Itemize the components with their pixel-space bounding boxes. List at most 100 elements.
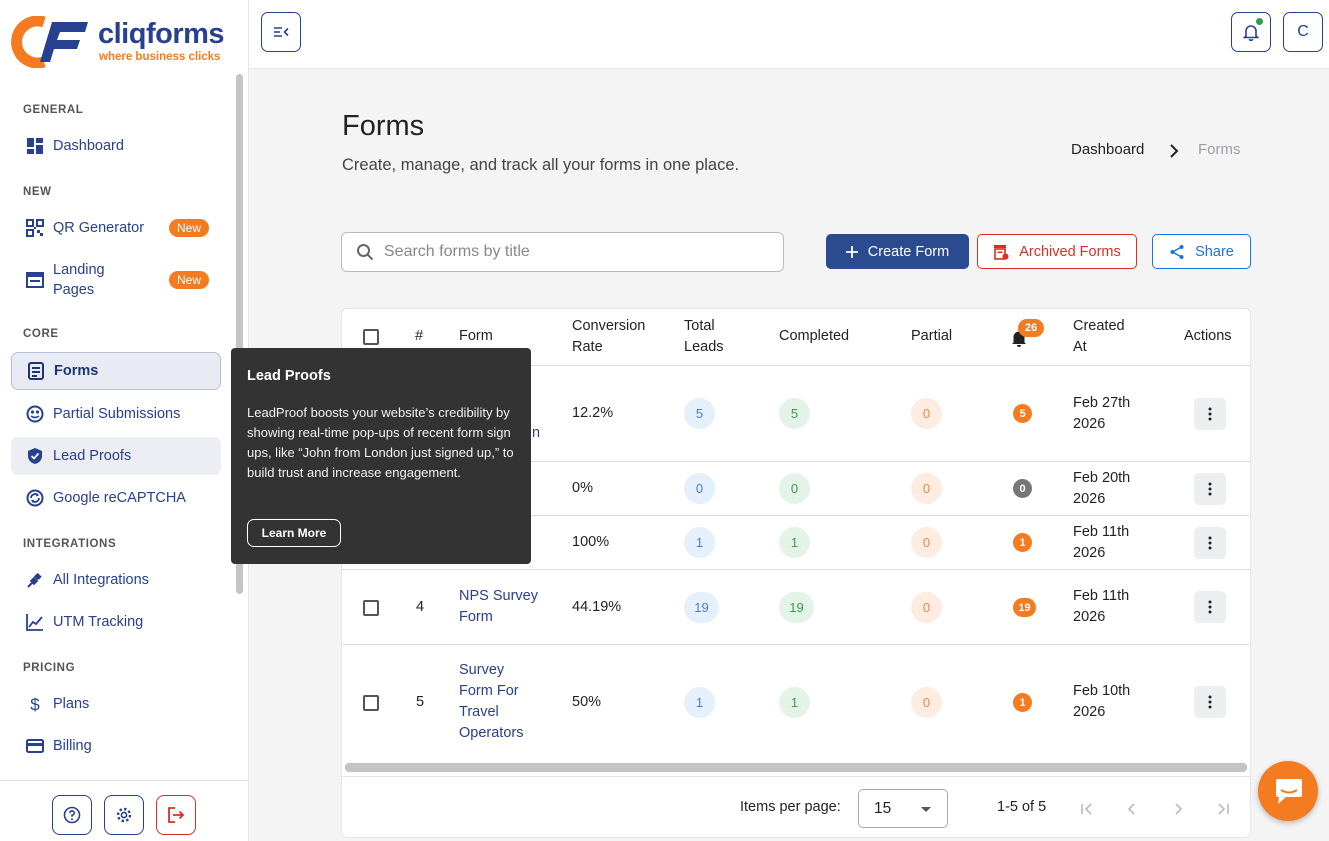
new-badge: New	[168, 271, 209, 289]
help-button[interactable]	[52, 795, 92, 835]
header-created-at[interactable]: Created At	[1073, 316, 1125, 358]
logout-button[interactable]	[156, 795, 196, 835]
header-partial[interactable]: Partial	[911, 326, 952, 347]
archived-forms-button[interactable]: Archived Forms	[977, 234, 1137, 269]
tooltip-body: LeadProof boosts your website’s credibil…	[247, 405, 514, 480]
share-label: Share	[1195, 243, 1234, 260]
row-actions-button[interactable]	[1194, 527, 1226, 559]
sidebar-item-google-recaptcha[interactable]: Google reCAPTCHA	[11, 479, 221, 517]
learn-more-button[interactable]: Learn More	[247, 519, 341, 547]
completed-pill: 1	[779, 687, 810, 718]
header-actions: Actions	[1184, 328, 1232, 344]
sidebar-item-plans[interactable]: $ Plans	[11, 685, 221, 723]
sidebar-item-label: Plans	[53, 696, 90, 712]
tooltip-title: Lead Proofs	[247, 368, 331, 384]
partial-pill: 0	[911, 592, 942, 623]
header-number: #	[415, 328, 424, 344]
partial-pill: 0	[911, 398, 942, 429]
completed-pill: 19	[779, 592, 814, 623]
more-vertical-icon	[1208, 536, 1212, 550]
partial-submissions-icon	[25, 404, 45, 424]
conversion-rate: 0%	[572, 480, 593, 496]
breadcrumb-current: Forms	[1198, 141, 1241, 158]
page-range-label: 1-5 of 5	[997, 799, 1047, 815]
header-completed[interactable]: Completed	[779, 326, 849, 347]
sidebar-item-billing[interactable]: Billing	[11, 727, 221, 765]
conversion-rate: 50%	[572, 694, 602, 710]
sidebar-item-lead-proofs[interactable]: Lead Proofs	[11, 437, 221, 475]
chevron-right-icon	[1170, 144, 1179, 158]
last-page-button[interactable]	[1211, 797, 1235, 821]
items-per-page-select[interactable]: 15	[858, 789, 948, 828]
cliqforms-logo-icon	[11, 16, 88, 68]
total-leads-pill: 19	[684, 592, 719, 623]
table-horizontal-scrollbar[interactable]	[345, 763, 1247, 772]
help-icon	[63, 806, 81, 824]
lead-proofs-tooltip: Lead Proofs LeadProof boosts your websit…	[231, 348, 531, 564]
row-number: 5	[416, 694, 425, 710]
sidebar-item-label: Landing Pages	[53, 262, 105, 298]
items-per-page-label: Items per page:	[740, 799, 841, 815]
row-actions-button[interactable]	[1194, 473, 1226, 505]
collapse-sidebar-button[interactable]	[261, 12, 301, 52]
user-avatar-button[interactable]: C	[1283, 12, 1323, 52]
partial-pill: 0	[911, 527, 942, 558]
created-date: Feb 10th 2026	[1073, 683, 1131, 720]
chevron-left-icon	[1127, 803, 1135, 815]
next-page-button[interactable]	[1166, 797, 1190, 821]
form-title-link[interactable]: n	[532, 423, 540, 444]
sidebar-item-forms[interactable]: Forms	[11, 352, 221, 390]
form-title-link[interactable]: Survey Form For Travel Operators	[459, 660, 523, 744]
completed-pill: 5	[779, 398, 810, 429]
sidebar-item-qr-generator[interactable]: QR Generator New	[11, 209, 221, 247]
line-chart-icon	[25, 612, 45, 632]
chat-widget-button[interactable]	[1258, 761, 1318, 821]
partial-pill: 0	[911, 473, 942, 504]
sidebar-item-label: QR Generator	[53, 220, 145, 236]
form-title-link[interactable]: NPS Survey Form	[459, 586, 538, 628]
sidebar-item-partial-submissions[interactable]: Partial Submissions	[11, 395, 221, 433]
sidebar-item-dashboard[interactable]: Dashboard	[11, 127, 221, 165]
row-actions-button[interactable]	[1194, 686, 1226, 718]
archive-icon	[993, 244, 1009, 260]
row-checkbox[interactable]	[363, 600, 379, 616]
conversion-rate: 44.19%	[572, 599, 622, 615]
table-row[interactable]: 4 NPS Survey Form 44.19% 19 19 0 19 Feb 1…	[342, 570, 1250, 645]
sidebar-item-label: Google reCAPTCHA	[53, 490, 186, 506]
row-number: 4	[416, 599, 425, 615]
plus-icon	[845, 245, 858, 258]
new-badge: New	[168, 219, 209, 237]
header-total-leads[interactable]: Total Leads	[684, 316, 724, 358]
top-bar: C	[249, 0, 1329, 69]
settings-button[interactable]	[104, 795, 144, 835]
header-conversion-rate[interactable]: Conversion Rate	[572, 316, 645, 358]
total-leads-pill: 0	[684, 473, 715, 504]
sidebar-item-utm-tracking[interactable]: UTM Tracking	[11, 603, 221, 641]
sidebar-item-landing-pages[interactable]: Landing Pages New	[11, 256, 221, 304]
table-row[interactable]: 5 Survey Form For Travel Operators 50% 1 1 …	[342, 645, 1250, 761]
shield-check-icon	[25, 446, 45, 466]
row-actions-button[interactable]	[1194, 591, 1226, 623]
first-page-icon	[1081, 803, 1092, 815]
brand-logo[interactable]: cliqforms where business clicks	[6, 16, 236, 70]
sidebar-footer	[0, 780, 249, 841]
brand-tagline: where business clicks	[99, 51, 221, 63]
section-integrations: INTEGRATIONS	[23, 538, 117, 550]
page-subtitle: Create, manage, and track all your forms…	[342, 156, 740, 174]
search-input[interactable]	[384, 243, 764, 261]
first-page-button[interactable]	[1075, 797, 1099, 821]
header-form[interactable]: Form	[459, 326, 493, 347]
sidebar-item-all-integrations[interactable]: All Integrations	[11, 561, 221, 599]
conversion-rate: 12.2%	[572, 405, 614, 421]
share-button[interactable]: Share	[1152, 234, 1251, 269]
notification-badge: 0	[1013, 479, 1032, 498]
notifications-button[interactable]	[1231, 12, 1271, 52]
previous-page-button[interactable]	[1120, 797, 1144, 821]
create-form-button[interactable]: Create Form	[826, 234, 969, 269]
breadcrumb-dashboard[interactable]: Dashboard	[1071, 141, 1144, 158]
row-checkbox[interactable]	[363, 695, 379, 711]
search-box[interactable]	[341, 232, 784, 272]
create-form-label: Create Form	[867, 243, 950, 260]
row-actions-button[interactable]	[1194, 398, 1226, 430]
select-all-checkbox[interactable]	[363, 329, 379, 345]
